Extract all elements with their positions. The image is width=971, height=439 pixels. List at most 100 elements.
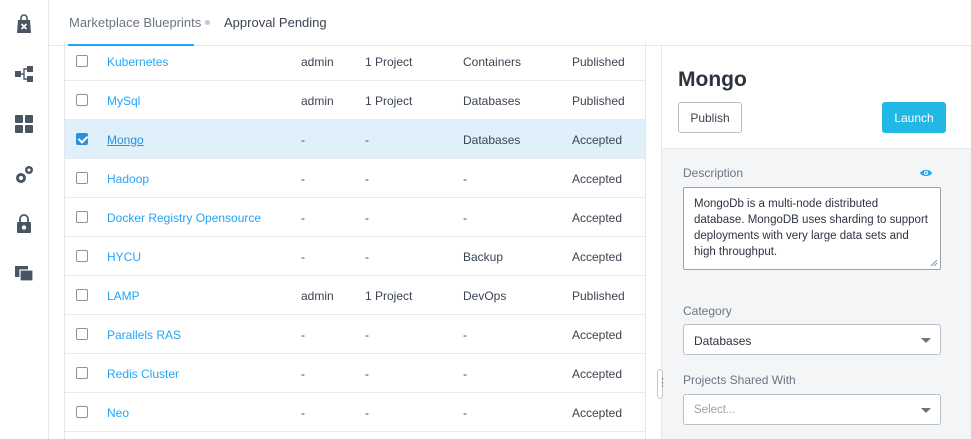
owner-cell: - bbox=[301, 406, 305, 420]
row-checkbox[interactable] bbox=[76, 250, 88, 262]
owner-cell: admin bbox=[301, 289, 334, 303]
projects-cell: - bbox=[365, 172, 369, 186]
blueprint-name-link[interactable]: Neo bbox=[107, 406, 129, 420]
category-cell: - bbox=[463, 367, 467, 381]
table-row[interactable]: Redis Cluster - - - Accepted bbox=[65, 354, 645, 393]
owner-cell: - bbox=[301, 250, 305, 264]
status-cell: Accepted bbox=[572, 172, 623, 186]
blueprint-name-link[interactable]: Docker Registry Opensource bbox=[107, 211, 261, 225]
projects-shared-label: Projects Shared With bbox=[683, 373, 796, 387]
category-value: Databases bbox=[694, 334, 752, 348]
owner-cell: - bbox=[301, 328, 305, 342]
description-textarea[interactable]: MongoDb is a multi-node distributed data… bbox=[683, 187, 941, 270]
row-checkbox[interactable] bbox=[76, 211, 88, 223]
table-row[interactable]: Kubernetes admin 1 Project Containers Publis… bbox=[65, 42, 645, 81]
category-cell: - bbox=[463, 172, 467, 186]
projects-cell: - bbox=[365, 211, 369, 225]
table-row[interactable]: Hadoop - - - Accepted bbox=[65, 159, 645, 198]
row-checkbox[interactable] bbox=[76, 172, 88, 184]
category-cell: Backup bbox=[463, 250, 504, 264]
status-cell: Published bbox=[572, 94, 625, 108]
chevron-down-icon bbox=[921, 408, 931, 413]
publish-button[interactable]: Publish bbox=[678, 102, 742, 133]
projects-cell: - bbox=[365, 406, 369, 420]
table-row[interactable]: MySql admin 1 Project Databases Published bbox=[65, 81, 645, 120]
projects-cell: - bbox=[365, 328, 369, 342]
marketplace-bag-icon[interactable] bbox=[12, 12, 36, 36]
projects-cell: - bbox=[365, 367, 369, 381]
app-root: Marketplace Blueprints Approval Pending … bbox=[0, 0, 971, 439]
owner-cell: - bbox=[301, 133, 305, 147]
owner-cell: admin bbox=[301, 94, 334, 108]
category-label: Category bbox=[683, 304, 732, 318]
row-checkbox[interactable] bbox=[76, 133, 88, 145]
owner-cell: - bbox=[301, 172, 305, 186]
detail-header: Mongo Publish Launch bbox=[662, 46, 971, 149]
blueprint-name-link[interactable]: Hadoop bbox=[107, 172, 149, 186]
table-row[interactable]: Docker Registry Opensource - - - Accepted bbox=[65, 198, 645, 237]
row-checkbox[interactable] bbox=[76, 406, 88, 418]
row-checkbox[interactable] bbox=[76, 367, 88, 379]
blueprint-name-link[interactable]: Redis Cluster bbox=[107, 367, 179, 381]
lock-gear-icon[interactable] bbox=[12, 212, 36, 236]
status-cell: Accepted bbox=[572, 367, 623, 381]
status-cell: Published bbox=[572, 289, 625, 303]
projects-placeholder: Select... bbox=[694, 404, 736, 416]
row-checkbox[interactable] bbox=[76, 55, 88, 67]
tab-approval-pending[interactable]: Approval Pending bbox=[224, 15, 327, 30]
category-cell: Databases bbox=[463, 94, 521, 108]
projects-cell: - bbox=[365, 250, 369, 264]
row-checkbox[interactable] bbox=[76, 289, 88, 301]
tab-marketplace-blueprints[interactable]: Marketplace Blueprints bbox=[69, 15, 201, 30]
chevron-down-icon bbox=[921, 338, 931, 343]
category-cell: - bbox=[463, 406, 467, 420]
status-cell: Accepted bbox=[572, 406, 623, 420]
launch-button[interactable]: Launch bbox=[882, 102, 946, 133]
detail-title: Mongo bbox=[678, 68, 747, 91]
blueprint-name-link[interactable]: Parallels RAS bbox=[107, 328, 181, 342]
projects-shared-select[interactable]: Select... bbox=[683, 394, 941, 425]
detail-pane: Mongo Publish Launch Description MongoDb… bbox=[661, 46, 971, 439]
status-cell: Accepted bbox=[572, 211, 623, 225]
table-row[interactable]: Mongo - - Databases Accepted bbox=[65, 120, 645, 159]
row-checkbox[interactable] bbox=[76, 94, 88, 106]
table-row[interactable]: LAMP admin 1 Project DevOps Published bbox=[65, 276, 645, 315]
blueprint-table: Kubernetes admin 1 Project Containers Publis… bbox=[64, 42, 646, 439]
pane-splitter-handle[interactable] bbox=[657, 369, 668, 399]
owner-cell: - bbox=[301, 211, 305, 225]
status-cell: Published bbox=[572, 55, 625, 69]
category-cell: DevOps bbox=[463, 289, 507, 303]
left-nav-rail bbox=[0, 0, 49, 439]
nodes-icon[interactable] bbox=[12, 62, 36, 86]
breadcrumb-separator bbox=[205, 20, 210, 25]
gears-icon[interactable] bbox=[12, 163, 36, 187]
apps-grid-icon[interactable] bbox=[12, 112, 36, 136]
description-text: MongoDb is a multi-node distributed data… bbox=[694, 198, 928, 258]
projects-cell: 1 Project bbox=[365, 55, 413, 69]
description-label: Description bbox=[683, 166, 744, 180]
blueprint-name-link[interactable]: Kubernetes bbox=[107, 55, 168, 69]
category-select[interactable]: Databases bbox=[683, 324, 941, 355]
status-cell: Accepted bbox=[572, 328, 623, 342]
projects-cell: - bbox=[365, 133, 369, 147]
row-checkbox[interactable] bbox=[76, 328, 88, 340]
table-row[interactable]: HYCU - - Backup Accepted bbox=[65, 237, 645, 276]
category-cell: - bbox=[463, 328, 467, 342]
status-cell: Accepted bbox=[572, 250, 623, 264]
resize-handle-icon[interactable] bbox=[930, 259, 938, 267]
table-row[interactable]: Parallels RAS - - - Accepted bbox=[65, 315, 645, 354]
folders-icon[interactable] bbox=[12, 261, 36, 285]
category-cell: Containers bbox=[463, 55, 522, 69]
blueprint-name-link[interactable]: LAMP bbox=[107, 289, 140, 303]
page-header: Marketplace Blueprints Approval Pending bbox=[49, 0, 971, 46]
table-row[interactable]: Neo - - - Accepted bbox=[65, 393, 645, 432]
category-cell: Databases bbox=[463, 133, 521, 147]
status-cell: Accepted bbox=[572, 133, 623, 147]
projects-cell: 1 Project bbox=[365, 289, 413, 303]
eye-icon[interactable] bbox=[920, 168, 932, 178]
blueprint-name-link[interactable]: MySql bbox=[107, 94, 140, 108]
owner-cell: admin bbox=[301, 55, 334, 69]
blueprint-name-link[interactable]: HYCU bbox=[107, 250, 141, 264]
category-cell: - bbox=[463, 211, 467, 225]
blueprint-name-link[interactable]: Mongo bbox=[107, 133, 144, 147]
